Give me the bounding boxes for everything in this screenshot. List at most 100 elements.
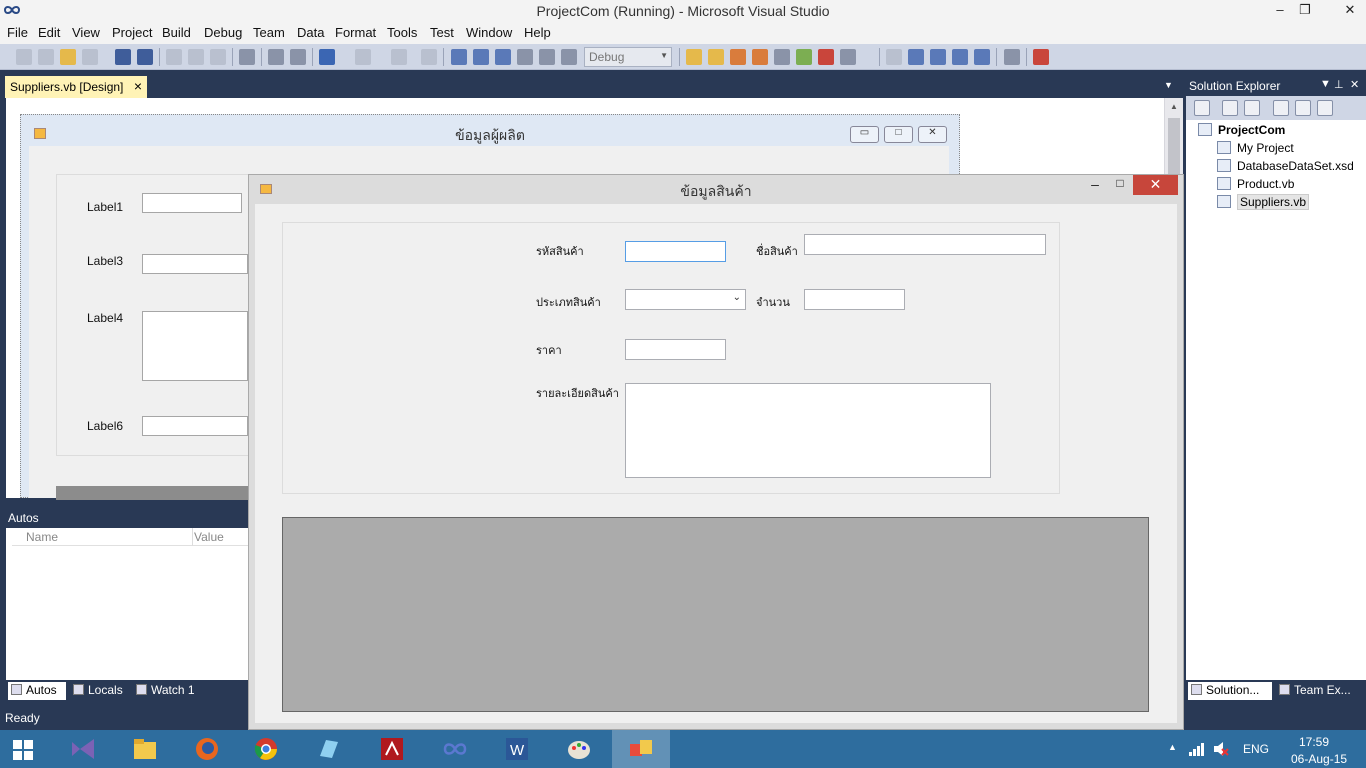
supplier-textbox-1[interactable] — [142, 193, 242, 213]
break-all-icon[interactable] — [473, 49, 489, 65]
product-name-input[interactable] — [804, 234, 1046, 255]
layout-icon[interactable] — [930, 49, 946, 65]
refresh-icon[interactable] — [1244, 100, 1260, 116]
add-new-item-icon[interactable] — [82, 49, 98, 65]
tree-item-my-project[interactable]: My Project — [1217, 141, 1294, 155]
align-icon[interactable] — [974, 49, 990, 65]
new-project-icon[interactable] — [16, 49, 32, 65]
copy-icon[interactable] — [188, 49, 204, 65]
tab-team-explorer[interactable]: Team Ex... — [1276, 682, 1364, 700]
navigate-forward-icon[interactable] — [421, 49, 437, 65]
toolbox-icon[interactable] — [774, 49, 790, 65]
taskbar-firefox[interactable] — [178, 730, 236, 768]
step-over-icon[interactable] — [539, 49, 555, 65]
menu-edit[interactable]: Edit — [38, 25, 60, 40]
find-in-files-icon[interactable] — [686, 49, 702, 65]
menu-view[interactable]: View — [72, 25, 100, 40]
scroll-up-icon[interactable]: ▲ — [1170, 102, 1178, 111]
stop-debugging-icon[interactable] — [495, 49, 511, 65]
menu-window[interactable]: Window — [466, 25, 512, 40]
show-hidden-icons[interactable]: ▲ — [1168, 742, 1177, 752]
format-icon[interactable] — [908, 49, 924, 65]
breakpoint-icon[interactable] — [1033, 49, 1049, 65]
minimize-button[interactable]: – — [1266, 0, 1294, 20]
tree-item-product-vb[interactable]: Product.vb — [1217, 177, 1294, 191]
menu-debug[interactable]: Debug — [204, 25, 242, 40]
output-icon[interactable] — [840, 49, 856, 65]
taskbar-app[interactable] — [300, 730, 358, 768]
tree-project[interactable]: ProjectCom — [1198, 123, 1285, 137]
save-icon[interactable] — [115, 49, 131, 65]
tab-watch-1[interactable]: Watch 1 — [133, 682, 213, 700]
autos-col-name[interactable]: Name — [26, 530, 58, 544]
uncomment-icon[interactable] — [290, 49, 306, 65]
menu-team[interactable]: Team — [253, 25, 285, 40]
product-datagrid[interactable] — [282, 517, 1149, 712]
menu-test[interactable]: Test — [430, 25, 454, 40]
tab-locals[interactable]: Locals — [70, 682, 132, 700]
taskbar-chrome[interactable] — [237, 730, 295, 768]
save-all-icon[interactable] — [137, 49, 153, 65]
solution-explorer-icon[interactable] — [708, 49, 724, 65]
view-designer-icon[interactable] — [1295, 100, 1311, 116]
taskbar-word[interactable]: W — [488, 730, 546, 768]
supplier-textbox-6[interactable] — [142, 416, 248, 436]
tab-order-icon[interactable] — [952, 49, 968, 65]
add-item-icon[interactable] — [38, 49, 54, 65]
taskbar-visual-studio-2[interactable] — [426, 730, 484, 768]
taskbar-projectcom[interactable] — [612, 730, 670, 768]
class-view-icon[interactable] — [1317, 100, 1333, 116]
menu-help[interactable]: Help — [524, 25, 551, 40]
product-close-button[interactable]: ✕ — [1133, 175, 1178, 195]
quantity-input[interactable] — [804, 289, 905, 310]
input-language[interactable]: ENG — [1243, 742, 1269, 756]
tree-item-suppliers-vb[interactable]: Suppliers.vb — [1217, 194, 1310, 210]
pin-icon[interactable]: ⊥ — [1334, 78, 1344, 91]
supplier-textbox-4[interactable] — [142, 311, 248, 381]
tab-autos[interactable]: Autos — [8, 682, 66, 700]
product-type-select[interactable]: ⌄ — [625, 289, 746, 310]
menu-data[interactable]: Data — [297, 25, 324, 40]
taskbar-visual-studio[interactable] — [54, 730, 112, 768]
paste-icon[interactable] — [210, 49, 226, 65]
product-detail-textarea[interactable] — [625, 383, 991, 478]
start-button[interactable] — [0, 730, 58, 768]
tree-item-dataset[interactable]: DatabaseDataSet.xsd — [1217, 159, 1354, 173]
error-list-icon[interactable] — [818, 49, 834, 65]
menu-tools[interactable]: Tools — [387, 25, 417, 40]
arrow-right-icon[interactable] — [886, 49, 902, 65]
step-into-icon[interactable] — [517, 49, 533, 65]
close-tab-icon[interactable]: × — [134, 78, 142, 94]
restore-button[interactable]: ❐ — [1291, 0, 1319, 20]
view-code-icon[interactable] — [1273, 100, 1289, 116]
comment-icon[interactable] — [268, 49, 284, 65]
product-minimize-button[interactable]: – — [1085, 176, 1105, 192]
supplier-textbox-3[interactable] — [142, 254, 248, 274]
panel-close-icon[interactable]: ✕ — [1350, 78, 1359, 91]
properties-icon[interactable] — [1194, 100, 1210, 116]
taskbar-file-explorer[interactable] — [116, 730, 174, 768]
autos-col-value[interactable]: Value — [194, 530, 224, 544]
solution-configuration-dropdown[interactable]: Debug ▼ — [584, 47, 672, 67]
tab-solution-explorer[interactable]: Solution... — [1188, 682, 1272, 700]
volume-muted-icon[interactable] — [1213, 741, 1229, 757]
panel-dropdown-icon[interactable]: ▼ — [1320, 78, 1331, 90]
menu-format[interactable]: Format — [335, 25, 376, 40]
step-out-icon[interactable] — [561, 49, 577, 65]
continue-icon[interactable] — [451, 49, 467, 65]
taskbar-acrobat[interactable] — [363, 730, 421, 768]
close-button[interactable]: ✕ — [1334, 0, 1366, 20]
navigate-backward-icon[interactable] — [391, 49, 407, 65]
redo-icon[interactable] — [355, 49, 371, 65]
properties-icon[interactable] — [730, 49, 746, 65]
menu-file[interactable]: File — [7, 25, 28, 40]
product-maximize-button[interactable]: □ — [1110, 176, 1130, 192]
taskbar-paint[interactable] — [550, 730, 608, 768]
data-sources-icon[interactable] — [796, 49, 812, 65]
object-browser-icon[interactable] — [752, 49, 768, 65]
undo-icon[interactable] — [319, 49, 335, 65]
open-folder-icon[interactable] — [60, 49, 76, 65]
signal-icon[interactable] — [1189, 742, 1205, 756]
price-input[interactable] — [625, 339, 726, 360]
menu-build[interactable]: Build — [162, 25, 191, 40]
